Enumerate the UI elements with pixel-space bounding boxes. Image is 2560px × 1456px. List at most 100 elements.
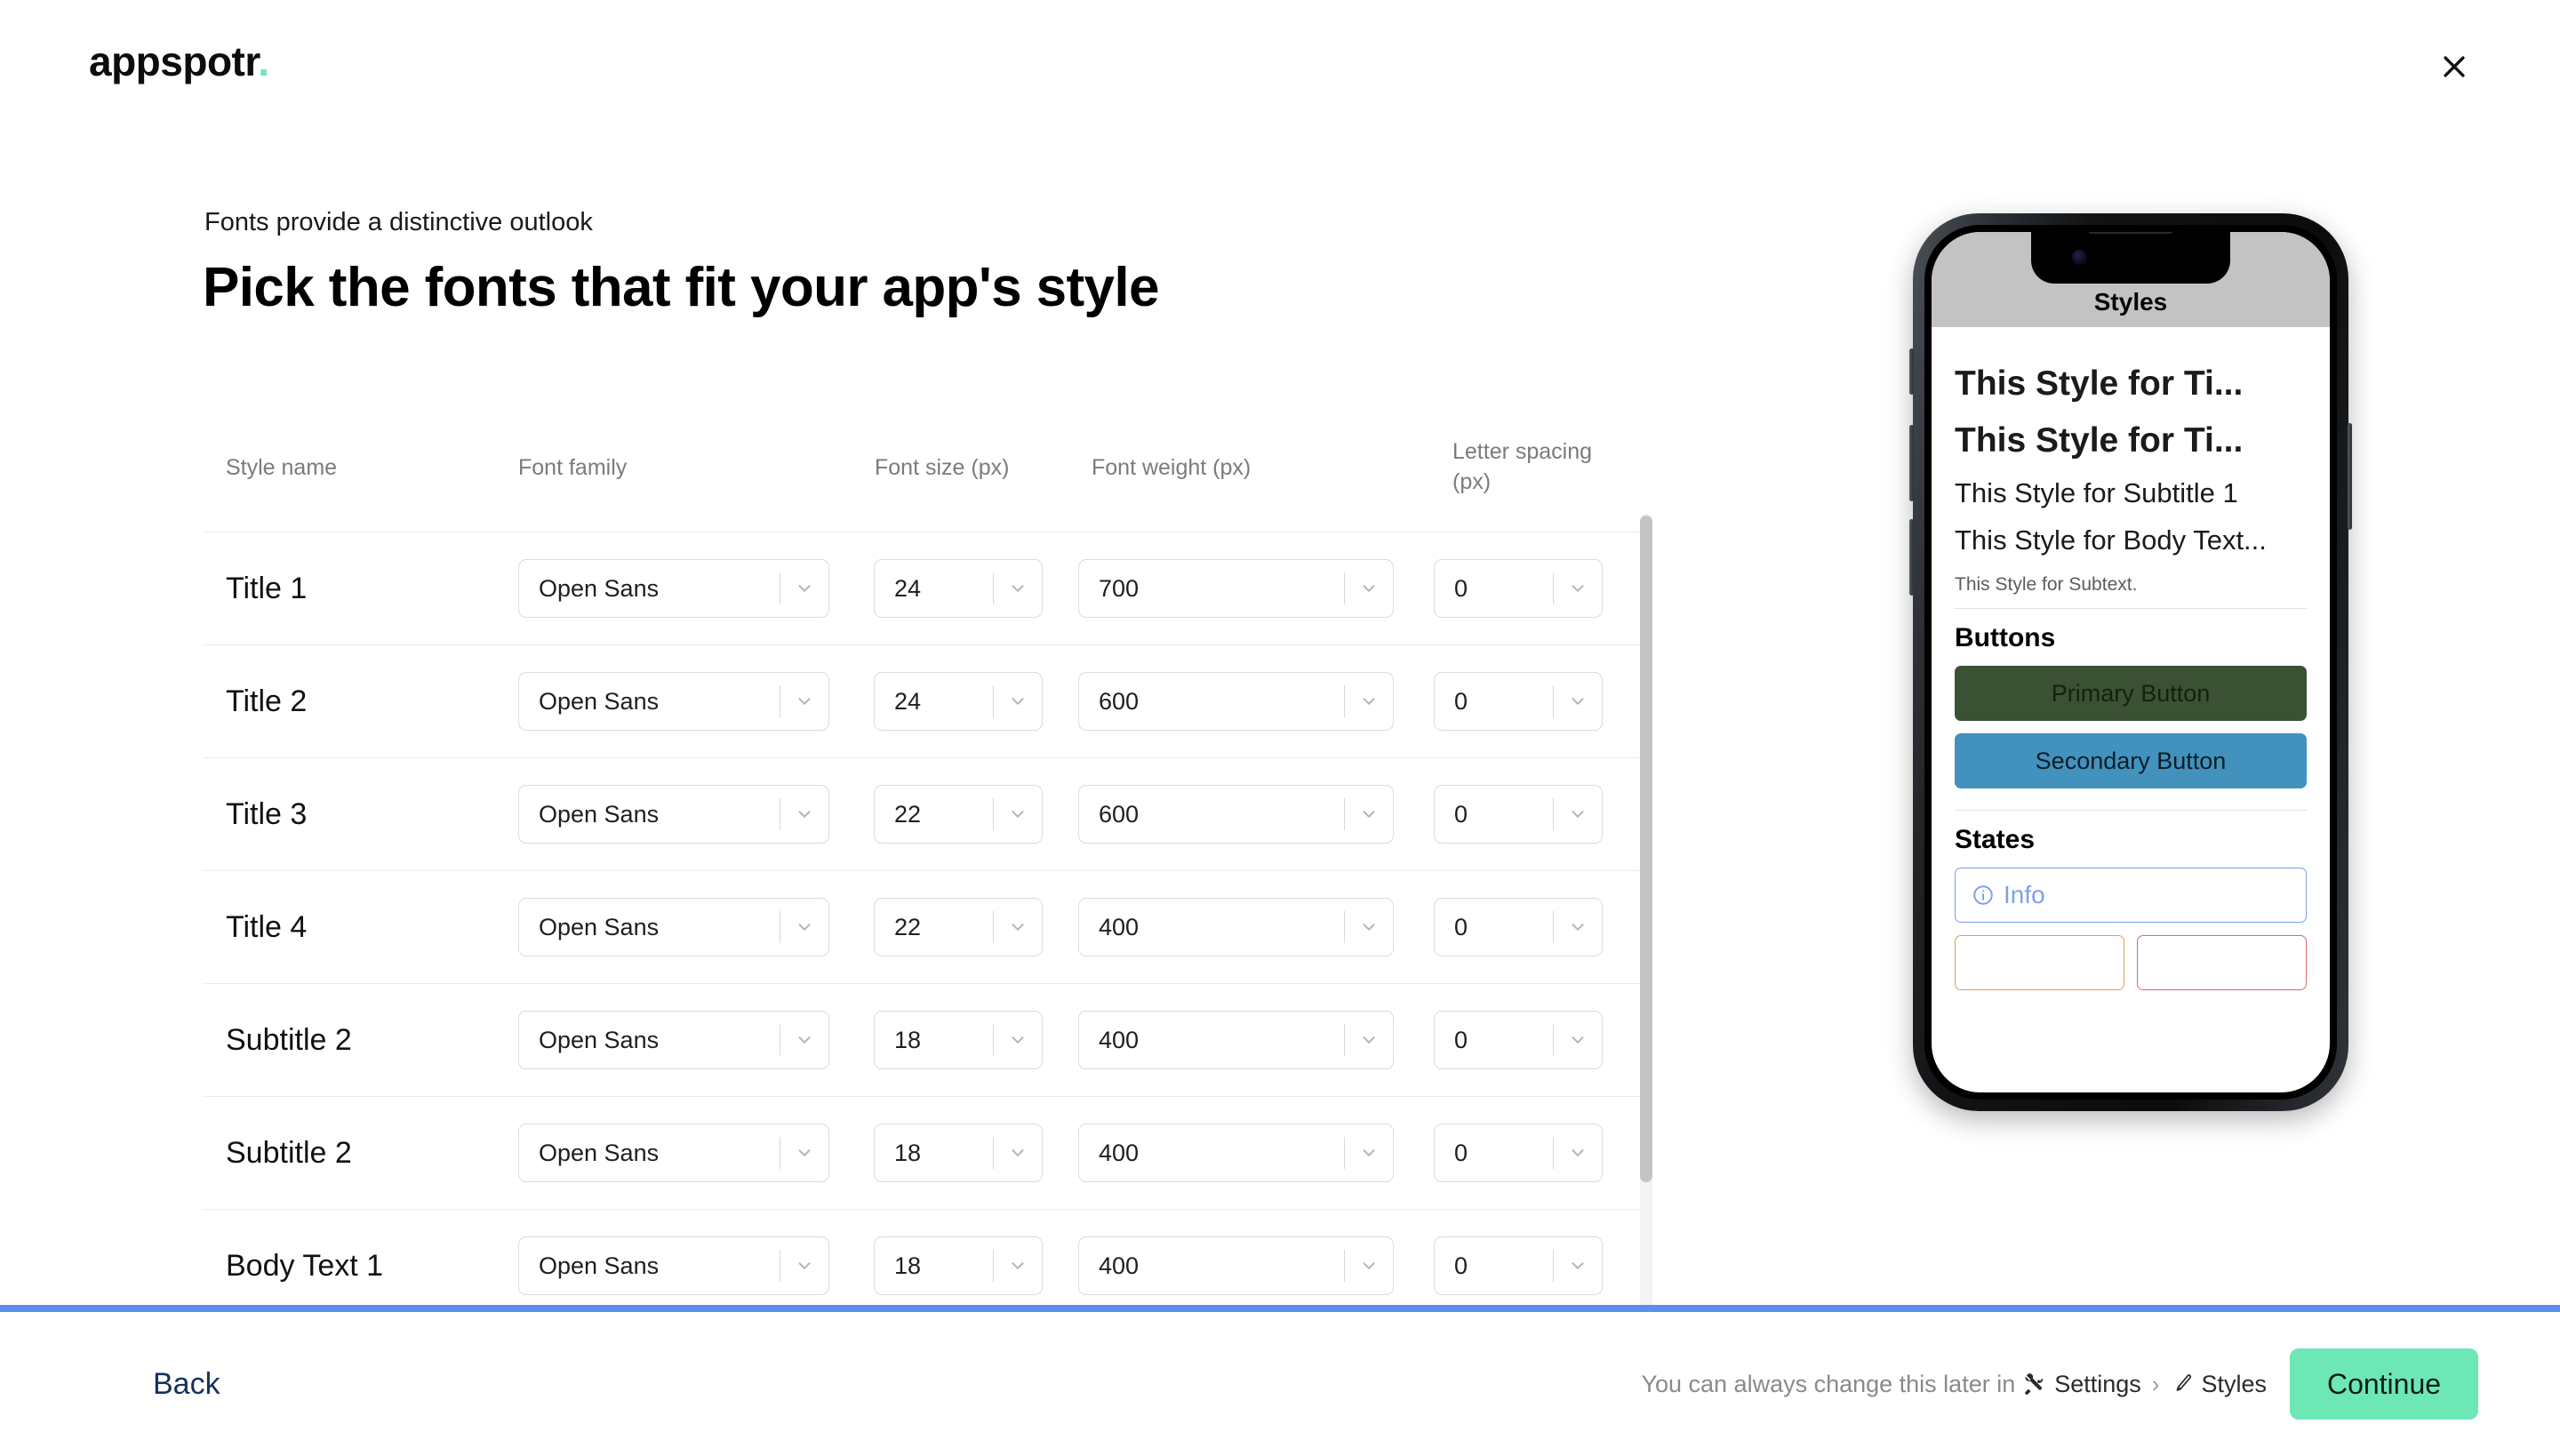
table-row: Title 1 Open Sans 24 700 0 xyxy=(203,532,1643,644)
page-title: Pick the fonts that fit your app's style xyxy=(203,257,1160,318)
letter-spacing-select[interactable]: 0 xyxy=(1434,1236,1603,1295)
phone-camera-icon xyxy=(2072,250,2087,265)
table-row: Subtitle 2 Open Sans 18 400 0 xyxy=(203,1096,1643,1209)
font-weight-select[interactable]: 600 xyxy=(1078,785,1394,844)
chevron-down-icon[interactable] xyxy=(994,899,1042,956)
preview-divider-2 xyxy=(1955,810,2307,812)
font-size-select[interactable]: 18 xyxy=(874,1236,1043,1295)
letter-spacing-value: 0 xyxy=(1454,1139,1468,1166)
letter-spacing-value: 0 xyxy=(1454,800,1468,828)
page-root: appspotr. Fonts provide a distinctive ou… xyxy=(0,0,2560,1456)
letter-spacing-select[interactable]: 0 xyxy=(1434,559,1603,618)
font-weight-select[interactable]: 400 xyxy=(1078,898,1394,956)
chevron-down-icon[interactable] xyxy=(1345,1012,1393,1068)
letter-spacing-select[interactable]: 0 xyxy=(1434,785,1603,844)
font-weight-value: 400 xyxy=(1099,1026,1140,1053)
preview-secondary-button[interactable]: Secondary Button xyxy=(1955,733,2307,789)
chevron-down-icon[interactable] xyxy=(994,560,1042,617)
chevron-down-icon[interactable] xyxy=(780,1237,828,1294)
font-size-select[interactable]: 18 xyxy=(874,1011,1043,1069)
font-size-select[interactable]: 22 xyxy=(874,785,1043,844)
scrollbar-thumb[interactable] xyxy=(1640,516,1652,1182)
font-size-select[interactable]: 22 xyxy=(874,898,1043,956)
row-style-name: Title 4 xyxy=(226,909,308,944)
chevron-down-icon[interactable] xyxy=(780,1012,828,1068)
chevron-down-icon[interactable] xyxy=(1554,899,1602,956)
chevron-down-icon[interactable] xyxy=(780,560,828,617)
font-family-select[interactable]: Open Sans xyxy=(518,1236,829,1295)
phone-volume-up-button xyxy=(1909,425,1914,501)
font-size-select[interactable]: 24 xyxy=(874,559,1043,618)
chevron-down-icon[interactable] xyxy=(1345,786,1393,843)
chevron-down-icon[interactable] xyxy=(1554,1124,1602,1181)
letter-spacing-value: 0 xyxy=(1454,574,1468,602)
chevron-down-icon[interactable] xyxy=(1554,786,1602,843)
preview-info-label: Info xyxy=(2004,881,2045,909)
letter-spacing-value: 0 xyxy=(1454,687,1468,715)
preview-buttons-heading: Buttons xyxy=(1955,623,2056,653)
preview-info-state[interactable]: Info xyxy=(1955,868,2307,924)
font-family-select[interactable]: Open Sans xyxy=(518,1011,829,1069)
chevron-down-icon[interactable] xyxy=(1345,899,1393,956)
preview-primary-button[interactable]: Primary Button xyxy=(1955,666,2307,722)
chevron-down-icon[interactable] xyxy=(1554,560,1602,617)
top-bar: appspotr. xyxy=(0,0,2560,132)
font-weight-select[interactable]: 600 xyxy=(1078,672,1394,731)
chevron-down-icon[interactable] xyxy=(1554,673,1602,730)
chevron-down-icon[interactable] xyxy=(994,1124,1042,1181)
table-scrollbar[interactable] xyxy=(1640,514,1652,1412)
font-family-select[interactable]: Open Sans xyxy=(518,898,829,956)
font-family-select[interactable]: Open Sans xyxy=(518,672,829,731)
font-weight-select[interactable]: 400 xyxy=(1078,1124,1394,1182)
font-weight-select[interactable]: 700 xyxy=(1078,559,1394,618)
chevron-down-icon[interactable] xyxy=(780,673,828,730)
chevron-down-icon[interactable] xyxy=(780,786,828,843)
chevron-down-icon[interactable] xyxy=(780,899,828,956)
row-style-name: Title 3 xyxy=(226,796,308,831)
font-size-select[interactable]: 24 xyxy=(874,672,1043,731)
font-family-select[interactable]: Open Sans xyxy=(518,785,829,844)
chevron-down-icon[interactable] xyxy=(994,1237,1042,1294)
app-logo: appspotr. xyxy=(89,37,269,85)
chevron-down-icon[interactable] xyxy=(780,1124,828,1181)
font-size-value: 24 xyxy=(894,687,922,715)
phone-preview: Styles This Style for Ti... This Style f… xyxy=(1909,213,2352,1111)
font-family-select[interactable]: Open Sans xyxy=(518,559,829,618)
info-circle-icon xyxy=(1972,884,1995,907)
font-size-value: 18 xyxy=(894,1139,922,1166)
chevron-down-icon[interactable] xyxy=(1554,1012,1602,1068)
phone-notch xyxy=(2031,232,2230,284)
font-size-value: 22 xyxy=(894,800,922,828)
font-weight-value: 400 xyxy=(1099,913,1140,940)
preview-error-state[interactable] xyxy=(2137,935,2307,991)
preview-warning-state[interactable] xyxy=(1955,935,2124,991)
close-icon[interactable] xyxy=(2434,46,2475,87)
phone-bezel: Styles This Style for Ti... This Style f… xyxy=(1924,225,2337,1100)
chevron-right-icon: › xyxy=(2151,1370,2160,1397)
footer-styles-label[interactable]: Styles xyxy=(2201,1371,2267,1398)
preview-title-1: This Style for Ti... xyxy=(1955,364,2244,403)
font-weight-select[interactable]: 400 xyxy=(1078,1011,1394,1069)
preview-states-heading: States xyxy=(1955,825,2036,855)
font-size-select[interactable]: 18 xyxy=(874,1124,1043,1182)
letter-spacing-select[interactable]: 0 xyxy=(1434,1011,1603,1069)
font-family-select[interactable]: Open Sans xyxy=(518,1124,829,1182)
letter-spacing-select[interactable]: 0 xyxy=(1434,1124,1603,1182)
chevron-down-icon[interactable] xyxy=(1345,1124,1393,1181)
chevron-down-icon[interactable] xyxy=(1345,560,1393,617)
footer-settings-label[interactable]: Settings xyxy=(2054,1371,2141,1398)
letter-spacing-select[interactable]: 0 xyxy=(1434,898,1603,956)
font-weight-select[interactable]: 400 xyxy=(1078,1236,1394,1295)
chevron-down-icon[interactable] xyxy=(1554,1237,1602,1294)
chevron-down-icon[interactable] xyxy=(994,786,1042,843)
chevron-down-icon[interactable] xyxy=(1345,673,1393,730)
back-button[interactable]: Back xyxy=(153,1367,220,1402)
chevron-down-icon[interactable] xyxy=(994,673,1042,730)
font-family-value: Open Sans xyxy=(539,1252,660,1279)
row-style-name: Subtitle 2 xyxy=(226,1022,352,1057)
chevron-down-icon[interactable] xyxy=(1345,1237,1393,1294)
font-family-value: Open Sans xyxy=(539,687,660,715)
letter-spacing-select[interactable]: 0 xyxy=(1434,672,1603,731)
continue-button[interactable]: Continue xyxy=(2290,1348,2478,1420)
chevron-down-icon[interactable] xyxy=(994,1012,1042,1068)
